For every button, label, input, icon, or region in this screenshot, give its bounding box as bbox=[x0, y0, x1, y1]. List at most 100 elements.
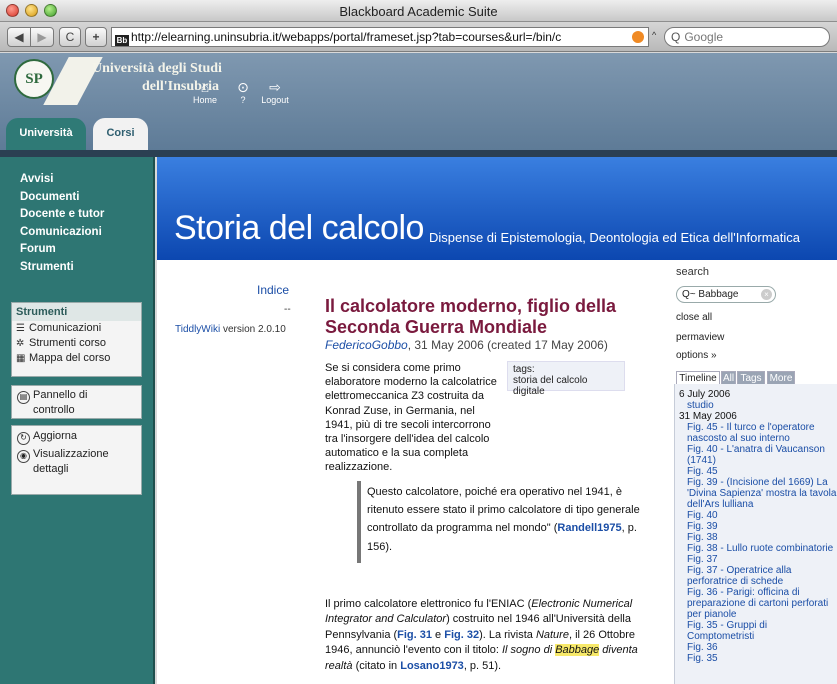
university-logo: SP bbox=[14, 59, 54, 99]
rss-icon[interactable] bbox=[632, 31, 644, 43]
timeline-item[interactable]: Fig. 36 bbox=[679, 642, 837, 653]
sogno-text: Il sogno di bbox=[502, 644, 556, 657]
strumenti-item-comunicazioni[interactable]: ☰ Comunicazioni bbox=[12, 321, 141, 336]
menu-item-docente-tutor[interactable]: Docente e tutor bbox=[20, 206, 104, 224]
strumenti-item-strumenti-corso[interactable]: ✲ Strumenti corso bbox=[12, 336, 141, 351]
timeline-item[interactable]: Fig. 45 - Il turco e l'operatore nascost… bbox=[679, 422, 837, 444]
visualizzazione-label-2: dettagli bbox=[33, 463, 69, 475]
losano-link[interactable]: Losano1973 bbox=[400, 660, 464, 672]
tiddlywiki-content: Storia del calcolo Dispense di Epistemol… bbox=[157, 157, 837, 684]
search-value: Babbage bbox=[698, 289, 739, 300]
timeline-item[interactable]: Fig. 37 bbox=[679, 554, 837, 565]
p3-text: e bbox=[432, 628, 445, 641]
options-link[interactable]: options » bbox=[676, 350, 717, 361]
fig32-link[interactable]: Fig. 32 bbox=[444, 629, 479, 641]
p3-text: , p. 51). bbox=[463, 659, 502, 672]
timeline-item[interactable]: Fig. 40 bbox=[679, 510, 837, 521]
p3-text: Il primo calcolatore elettronico fu l'EN… bbox=[325, 598, 532, 610]
home-icon: ⌂ bbox=[200, 79, 210, 95]
tiddlywiki-version: TiddlyWiki version 2.0.10 bbox=[175, 324, 286, 335]
timeline-item[interactable]: Fig. 35 - Gruppi di Comptometristi bbox=[679, 620, 837, 642]
menu-item-comunicazioni[interactable]: Comunicazioni bbox=[20, 224, 104, 242]
help-icon: ⊙ bbox=[237, 79, 249, 95]
help-label: ? bbox=[240, 95, 246, 105]
tab-tags[interactable]: Tags bbox=[737, 371, 765, 385]
timeline-item[interactable]: Fig. 36 - Parigi: officina di preparazio… bbox=[679, 587, 837, 620]
details-icon: ◉ bbox=[17, 450, 30, 463]
timeline-item[interactable]: Fig. 39 - (Incisione del 1669) La 'Divin… bbox=[679, 477, 837, 510]
pannello-label-2: controllo bbox=[33, 404, 75, 416]
home-label: Home bbox=[192, 95, 217, 105]
tab-all[interactable]: All bbox=[721, 371, 736, 385]
menu-item-strumenti[interactable]: Strumenti bbox=[20, 259, 104, 277]
university-name-line1: Università degli Studi bbox=[92, 61, 222, 76]
permaview-link[interactable]: permaview bbox=[676, 332, 724, 343]
fig31-link[interactable]: Fig. 31 bbox=[397, 629, 432, 641]
tab-corsi[interactable]: Corsi bbox=[93, 118, 148, 150]
clear-search-icon[interactable]: × bbox=[761, 289, 772, 300]
pannello-label-1: Pannello di bbox=[33, 389, 88, 401]
aggiorna-label: Aggiorna bbox=[33, 430, 78, 442]
menu-item-documenti[interactable]: Documenti bbox=[20, 189, 104, 207]
timeline-item[interactable]: Fig. 38 - Lullo ruote combinatorie bbox=[679, 543, 837, 554]
search-field[interactable]: Q Google bbox=[664, 27, 830, 47]
browser-window: Blackboard Academic Suite ◀ ▶ C + Bb http… bbox=[0, 0, 837, 684]
tiddler-subtitle: FedericoGobbo, 31 May 2006 (created 17 M… bbox=[325, 338, 608, 352]
site-title: Storia del calcolo bbox=[174, 209, 424, 247]
blockquote: Questo calcolatore, poiché era operativo… bbox=[367, 483, 642, 556]
indice-link[interactable]: Indice bbox=[257, 283, 289, 297]
timeline-item[interactable]: Fig. 45 bbox=[679, 466, 837, 477]
timeline-item[interactable]: Fig. 35 bbox=[679, 653, 837, 664]
search-icon: Q bbox=[682, 289, 690, 300]
visualizzazione-dettagli-button[interactable]: ◉ Visualizzazione bbox=[12, 445, 141, 463]
add-bookmark-button[interactable]: + bbox=[85, 27, 107, 47]
address-dropdown-icon[interactable]: ^ bbox=[652, 30, 656, 40]
logout-label: Logout bbox=[261, 95, 289, 105]
menu-item-forum[interactable]: Forum bbox=[20, 241, 104, 259]
address-bar[interactable]: Bb http://elearning.uninsubria.it/webapps… bbox=[111, 27, 649, 47]
timeline-item[interactable]: Fig. 37 - Operatrice alla perforatrice d… bbox=[679, 565, 837, 587]
strumenti-item-label: Strumenti corso bbox=[29, 337, 107, 349]
tab-universita[interactable]: Università bbox=[6, 118, 86, 150]
timeline-item[interactable]: Fig. 39 bbox=[679, 521, 837, 532]
header-divider bbox=[0, 150, 837, 157]
tab-more[interactable]: More bbox=[767, 371, 795, 385]
home-link[interactable]: ⌂ Home bbox=[188, 79, 222, 105]
timeline-item[interactable]: studio bbox=[679, 400, 837, 411]
aggiorna-button[interactable]: ↻ Aggiorna bbox=[12, 426, 141, 445]
search-icon: Q bbox=[671, 30, 681, 44]
strumenti-item-label: Mappa del corso bbox=[29, 352, 111, 364]
nature-name: Nature bbox=[535, 628, 569, 641]
reload-button[interactable]: C bbox=[59, 27, 81, 47]
tiddler-title: Il calcolatore moderno, figlio della Sec… bbox=[325, 296, 617, 337]
babbage-highlight: Babbage bbox=[555, 644, 600, 657]
visualizzazione-label-1: Visualizzazione bbox=[33, 448, 109, 460]
paragraph-intro: Se si considera come primo elaboratore m… bbox=[325, 361, 655, 475]
comunicazioni-icon: ☰ bbox=[16, 323, 25, 334]
randell-link[interactable]: Randell1975 bbox=[557, 522, 621, 534]
timeline-item[interactable]: Fig. 38 bbox=[679, 532, 837, 543]
logout-link[interactable]: ⇨ Logout bbox=[258, 79, 292, 105]
back-button[interactable]: ◀ bbox=[7, 27, 31, 47]
timeline-date: 31 May 2006 bbox=[679, 411, 737, 422]
plus-icon: + bbox=[92, 30, 100, 44]
browser-toolbar: ◀ ▶ C + Bb http://elearning.uninsubria.it… bbox=[0, 22, 837, 52]
tools-icon: ✲ bbox=[16, 338, 25, 349]
dash-separator: -- bbox=[284, 304, 291, 315]
strumenti-heading: Strumenti bbox=[12, 303, 141, 321]
tab-timeline[interactable]: Timeline bbox=[676, 371, 720, 385]
timeline-date: 6 July 2006 bbox=[679, 389, 731, 400]
forward-button[interactable]: ▶ bbox=[30, 27, 54, 47]
strumenti-item-mappa[interactable]: ▦ Mappa del corso bbox=[12, 351, 141, 366]
timeline-item[interactable]: Fig. 40 - L'anatra di Vaucanson (1741) bbox=[679, 444, 837, 466]
wiki-search-input[interactable]: Q~ Babbage × bbox=[676, 286, 776, 303]
help-link[interactable]: ⊙ ? bbox=[226, 79, 260, 105]
strumenti-box: Strumenti ☰ Comunicazioni ✲ Strumenti cors… bbox=[11, 302, 142, 377]
tiddlywiki-link[interactable]: TiddlyWiki bbox=[175, 324, 220, 335]
author-link[interactable]: FedericoGobbo bbox=[325, 338, 408, 352]
p3-text: ). La rivista bbox=[479, 628, 536, 641]
menu-item-avvisi[interactable]: Avvisi bbox=[20, 171, 104, 189]
close-all-link[interactable]: close all bbox=[676, 312, 712, 323]
course-menu: Avvisi Documenti Docente e tutor Comunic… bbox=[20, 171, 104, 276]
pannello-controllo-button[interactable]: ▤ Pannello di controllo bbox=[11, 385, 142, 419]
